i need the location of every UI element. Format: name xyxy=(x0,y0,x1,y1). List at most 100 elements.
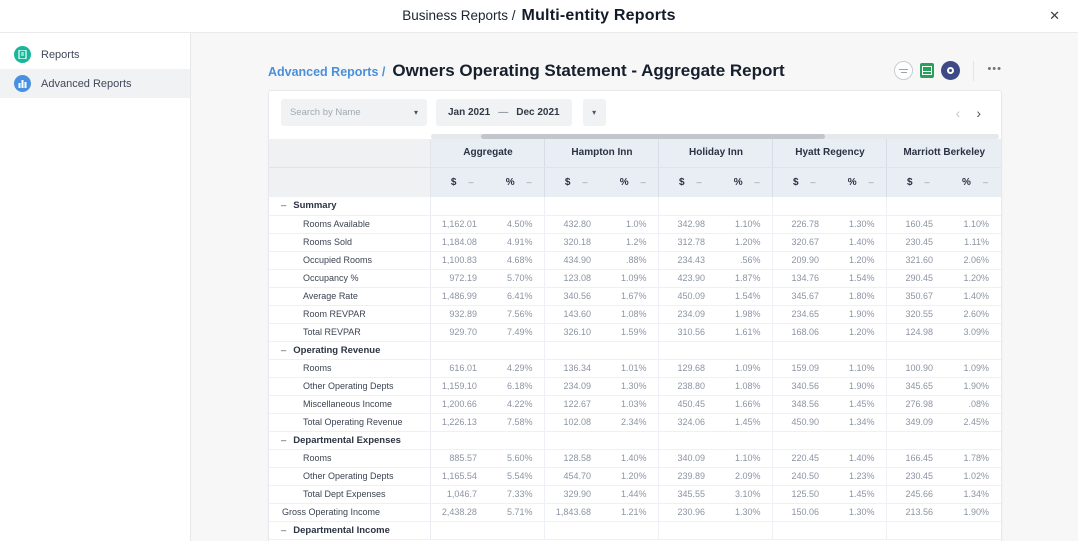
next-page-button[interactable]: › xyxy=(976,106,981,120)
date-from: Jan 2021 xyxy=(447,107,491,118)
cell-value-percent: 4.29% xyxy=(492,359,545,378)
cell-value-dollar: 125.50 xyxy=(772,485,835,504)
sort-icon[interactable]: – xyxy=(925,177,930,187)
excel-export-icon[interactable] xyxy=(920,63,935,78)
cell-value-dollar: 932.89 xyxy=(430,305,493,324)
settings-icon[interactable] xyxy=(941,61,961,80)
row-label-text: Other Operating Depts xyxy=(302,381,394,391)
cell-value-percent: 6.41% xyxy=(492,287,545,306)
close-icon[interactable]: ✕ xyxy=(1049,8,1060,24)
row-label-text: Occupancy % xyxy=(302,273,359,283)
column-header-hampton-inn[interactable]: Hampton Inn xyxy=(544,139,659,168)
scrollbar-track[interactable] xyxy=(430,134,999,139)
table-row: Other Operating Depts 1,165.54 5.54% 454.70… xyxy=(268,467,1001,486)
cell-value-dollar: 134.76 xyxy=(772,269,835,288)
cell-value-percent xyxy=(948,341,1001,360)
sort-icon[interactable]: – xyxy=(641,177,646,187)
breadcrumb-prefix: Business Reports / xyxy=(402,8,516,23)
row-label-text: Rooms xyxy=(302,453,332,463)
sidebar-item-advanced-reports[interactable]: Advanced Reports xyxy=(0,69,190,98)
search-dropdown-icon[interactable]: ▾ xyxy=(414,108,418,117)
cell-value-percent: 1.10% xyxy=(720,215,773,234)
sort-icon[interactable]: – xyxy=(697,177,702,187)
subheader-percent-hampton-inn[interactable]: % – xyxy=(606,167,659,197)
table-row: Room REVPAR 932.89 7.56% 143.60 1.08% 234.09 1… xyxy=(268,305,1001,324)
collapse-icon[interactable]: – xyxy=(281,345,286,356)
sort-icon[interactable]: – xyxy=(582,177,587,187)
cell-value-percent: 1.45% xyxy=(834,395,887,414)
subheader-dollar-hampton-inn[interactable]: $ – xyxy=(544,167,607,197)
column-header-holiday-inn[interactable]: Holiday Inn xyxy=(658,139,773,168)
cell-value-percent xyxy=(834,197,887,216)
cell-value-dollar xyxy=(772,521,835,540)
cell-value-dollar: 128.58 xyxy=(544,449,607,468)
column-header-marriott-berkeley[interactable]: Marriott Berkeley xyxy=(886,139,1001,168)
subheader-dollar-marriott-berkeley[interactable]: $ – xyxy=(886,167,949,197)
cell-value-percent: 4.91% xyxy=(492,233,545,252)
row-label-text: Miscellaneous Income xyxy=(302,399,392,409)
column-header-hyatt-regency[interactable]: Hyatt Regency xyxy=(772,139,887,168)
sort-icon[interactable]: – xyxy=(468,177,473,187)
subheader-dollar-hyatt-regency[interactable]: $ – xyxy=(772,167,835,197)
cell-value-percent xyxy=(720,431,773,450)
cell-value-percent: 1.30% xyxy=(606,377,659,396)
percent-symbol: % xyxy=(962,176,971,188)
scrollbar-thumb[interactable] xyxy=(480,134,825,139)
subheader-percent-marriott-berkeley[interactable]: % – xyxy=(948,167,1001,197)
cell-value-percent: 2.09% xyxy=(720,467,773,486)
subheader-dollar-holiday-inn[interactable]: $ – xyxy=(658,167,721,197)
cell-value-dollar: 143.60 xyxy=(544,305,607,324)
cell-value-dollar xyxy=(658,341,721,360)
more-menu-button[interactable]: ••• xyxy=(987,63,1002,79)
cell-value-dollar: 434.90 xyxy=(544,251,607,270)
cell-value-dollar: 312.78 xyxy=(658,233,721,252)
subheader-percent-holiday-inn[interactable]: % – xyxy=(720,167,773,197)
column-header-aggregate[interactable]: Aggregate xyxy=(430,139,545,168)
subheader-percent-aggregate[interactable]: % – xyxy=(492,167,545,197)
row-label: – Operating Revenue xyxy=(268,341,432,360)
cell-value-percent xyxy=(720,521,773,540)
sort-icon[interactable]: – xyxy=(811,177,816,187)
cell-value-dollar xyxy=(886,521,949,540)
search-input[interactable] xyxy=(289,107,400,118)
cell-value-dollar: 1,162.01 xyxy=(430,215,493,234)
sort-icon[interactable]: – xyxy=(983,177,988,187)
date-range-picker[interactable]: Jan 2021 — Dec 2021 xyxy=(435,99,572,126)
breadcrumb-link[interactable]: Advanced Reports / xyxy=(268,65,385,79)
cell-value-dollar: 1,165.54 xyxy=(430,467,493,486)
export-icon[interactable] xyxy=(894,61,914,80)
cell-value-dollar: 310.56 xyxy=(658,323,721,342)
horizontal-scrollbar[interactable] xyxy=(269,134,1001,139)
page-title: Owners Operating Statement - Aggregate R… xyxy=(392,60,785,80)
dollar-symbol: $ xyxy=(564,176,571,188)
subheader-percent-hyatt-regency[interactable]: % – xyxy=(834,167,887,197)
cell-value-dollar xyxy=(544,431,607,450)
sort-icon[interactable]: – xyxy=(527,177,532,187)
collapse-icon[interactable]: – xyxy=(281,525,286,536)
sidebar-item-reports[interactable]: Reports xyxy=(0,40,190,69)
cell-value-percent: 1.21% xyxy=(606,503,659,522)
cell-value-percent: 1.98% xyxy=(720,305,773,324)
collapse-icon[interactable]: – xyxy=(281,435,286,446)
subheader-dollar-aggregate[interactable]: $ – xyxy=(430,167,493,197)
cell-value-percent: 1.20% xyxy=(720,233,773,252)
cell-value-percent xyxy=(606,341,659,360)
sort-icon[interactable]: – xyxy=(755,177,760,187)
reports-icon xyxy=(14,46,31,63)
row-label: Rooms xyxy=(268,359,432,378)
table-row: Average Rate 1,486.99 6.41% 340.56 1.67% 450.… xyxy=(268,287,1001,306)
cell-value-dollar: 129.68 xyxy=(658,359,721,378)
collapse-icon[interactable]: – xyxy=(281,200,286,211)
cell-value-percent xyxy=(492,431,545,450)
cell-value-dollar: 290.45 xyxy=(886,269,949,288)
row-label: Miscellaneous Income xyxy=(268,395,432,414)
cell-value-dollar: 321.60 xyxy=(886,251,949,270)
cell-value-percent: .56% xyxy=(720,251,773,270)
cell-value-percent: 1.87% xyxy=(720,269,773,288)
row-label-text: Average Rate xyxy=(302,291,358,301)
search-box[interactable]: ▾ xyxy=(280,99,427,126)
cell-value-dollar: 885.57 xyxy=(430,449,493,468)
prev-page-button[interactable]: ‹ xyxy=(956,106,961,120)
sort-icon[interactable]: – xyxy=(869,177,874,187)
date-dropdown-button[interactable]: ▾ xyxy=(582,99,606,126)
